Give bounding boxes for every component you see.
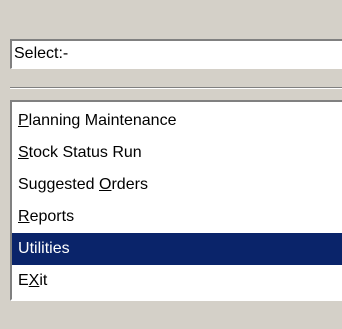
label-char: c [159, 112, 168, 129]
label-char: e [55, 176, 65, 193]
label-char: u [28, 176, 38, 193]
label-char: O [99, 176, 112, 193]
label-char: g [71, 112, 81, 129]
menu-item-label: Planning Maintenance [18, 112, 176, 129]
label-char: e [167, 112, 177, 129]
label-char: u [90, 144, 100, 161]
label-char: k [50, 144, 59, 161]
menu-item-utilities[interactable]: Utilities [12, 233, 342, 265]
label-char: S [18, 144, 29, 161]
label-char: s [99, 144, 108, 161]
menu-item-reports[interactable]: Reports [12, 201, 342, 233]
label-char: n [150, 112, 160, 129]
label-char: e [76, 176, 86, 193]
label-char: d [116, 176, 126, 193]
label-char: t [42, 272, 48, 289]
label-char: X [28, 272, 40, 289]
label-char: e [52, 240, 62, 257]
menu-item-label: Reports [18, 208, 74, 225]
label-char: n [132, 144, 142, 161]
label-char: c [42, 144, 51, 161]
menu-item-stock-status-run[interactable]: Stock Status Run [12, 137, 342, 169]
label-char: s [66, 208, 75, 225]
label-char: s [139, 176, 148, 193]
select-value: Select:- [14, 45, 69, 62]
select-dropdown[interactable]: Select:- [10, 39, 342, 69]
label-char: n [41, 112, 51, 129]
menu-list[interactable]: Planning Maintenance Stock Status Run Su… [10, 100, 342, 301]
label-char: a [77, 144, 87, 161]
separator-line [10, 87, 342, 89]
menu-item-planning-maintenance[interactable]: Planning Maintenance [12, 105, 342, 137]
label-char: S [18, 176, 29, 193]
label-char: e [125, 176, 135, 193]
label-char: R [112, 144, 124, 161]
label-char: o [33, 144, 43, 161]
label-char: d [85, 176, 95, 193]
label-char: s [61, 240, 70, 257]
menu-item-label: EXit [18, 272, 47, 289]
label-char: u [123, 144, 133, 161]
menu-item-label: Stock Status Run [18, 144, 142, 161]
label-char: a [141, 112, 151, 129]
menu-item-label: Utilities [18, 240, 70, 257]
menu-item-exit[interactable]: EXit [12, 265, 342, 297]
menu-item-suggested-orders[interactable]: Suggested Orders [12, 169, 342, 201]
label-char: o [47, 208, 57, 225]
label-char: P [18, 112, 29, 129]
label-char: a [98, 112, 108, 129]
menu-item-label: Suggested Orders [18, 176, 148, 193]
label-char: n [132, 112, 142, 129]
label-char: M [84, 112, 99, 129]
label-char: a [32, 112, 42, 129]
label-char: S [62, 144, 74, 161]
label-char: U [18, 240, 30, 257]
label-char: e [123, 112, 133, 129]
label-char: n [50, 112, 59, 129]
label-char: R [18, 208, 30, 225]
label-char: E [18, 272, 29, 289]
